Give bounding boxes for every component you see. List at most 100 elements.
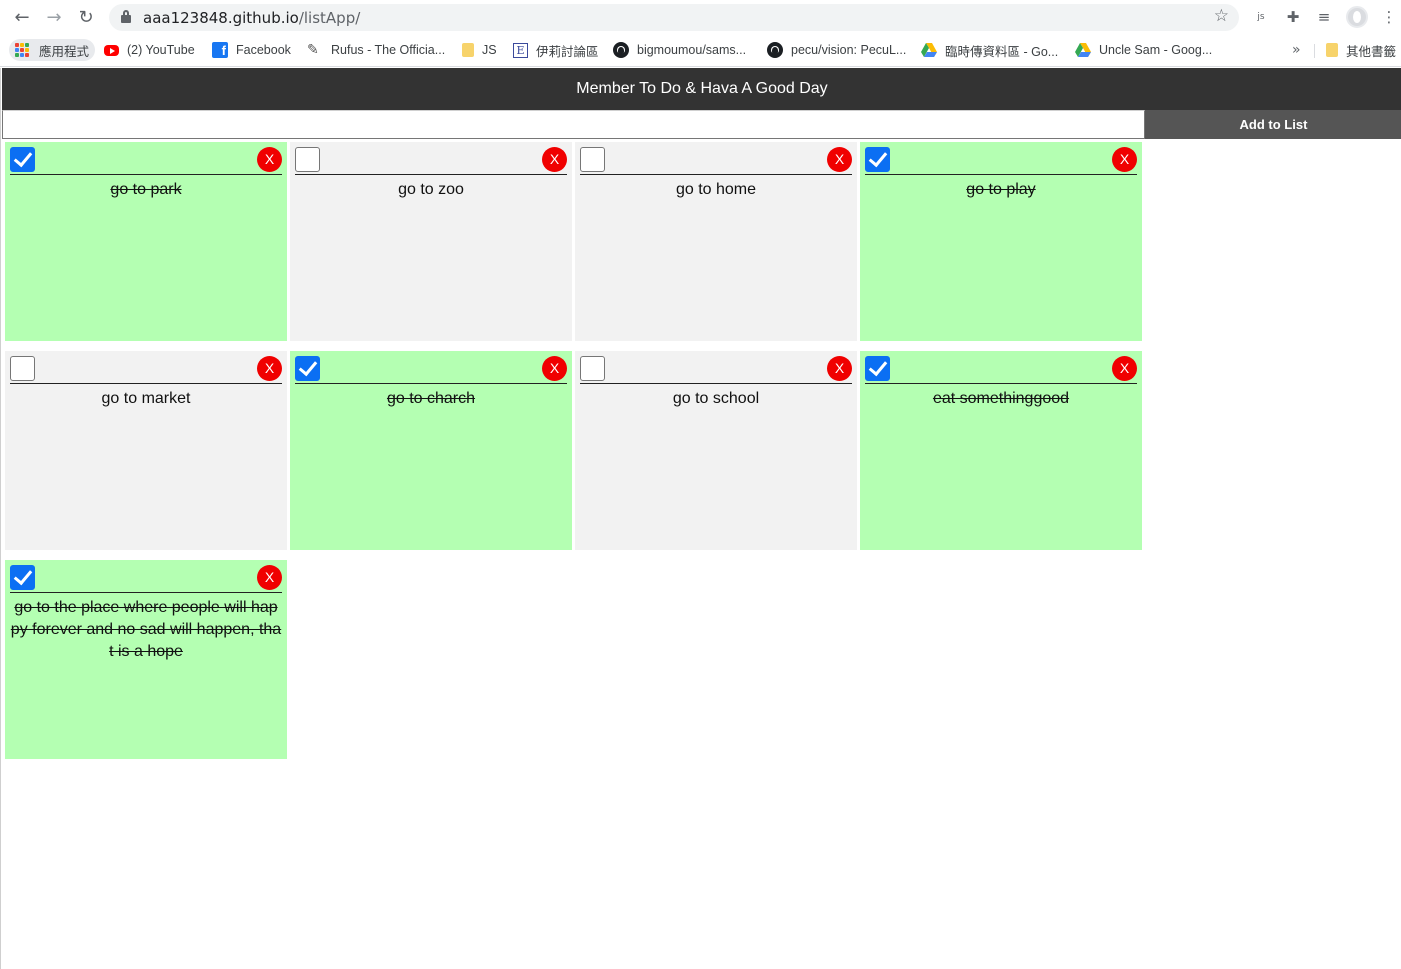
bookmark-label: Facebook [236,43,291,57]
bookmark-label: bigmoumou/sams... [637,43,747,57]
todo-card-header: X [295,142,567,175]
lock-icon[interactable] [121,10,131,23]
todo-card: Xgo to park [5,142,287,341]
folder-icon [1326,43,1338,57]
delete-button[interactable]: X [542,356,567,381]
todo-done-checkbox[interactable] [865,356,890,381]
bookmark-label: pecu/vision: PecuL... [791,43,907,57]
delete-button[interactable]: X [827,356,852,381]
folder-icon [462,43,474,57]
reload-icon[interactable]: ↻ [74,5,98,29]
todo-card-header: X [10,351,282,384]
bookmark-folder-js[interactable]: JS [462,39,497,61]
github-icon [613,42,629,58]
rufus-icon: ✎ [307,42,319,58]
todo-text: go to market [101,390,191,407]
delete-button[interactable]: X [1112,356,1137,381]
forward-icon[interactable]: → [42,5,66,29]
add-to-list-button[interactable]: Add to List [1145,110,1401,139]
back-icon[interactable]: ← [10,5,34,29]
bookmark-other-folder[interactable]: 其他書籤 [1326,39,1396,61]
bookmark-label: 伊莉討論區 [536,44,599,59]
profile-avatar[interactable] [1346,6,1368,28]
url-text[interactable]: aaa123848.github.io/listApp/ [143,9,360,27]
todo-done-checkbox[interactable] [10,147,35,172]
todo-text: go to charch [386,390,476,407]
todo-app-page: Member To Do & Hava A Good Day Add to Li… [0,68,1401,969]
todo-done-checkbox[interactable] [865,147,890,172]
bookmark-github-pecu[interactable]: pecu/vision: PecuL... [767,39,906,61]
url-host: aaa123848.github.io [143,9,299,27]
bookmark-drive-temp[interactable]: 臨時傳資料區 - Go... [921,39,1058,61]
todo-card: Xeat somethinggood [860,351,1142,550]
extensions-puzzle-icon[interactable]: ✚ [1282,6,1304,28]
bookmark-eyny[interactable]: E 伊莉討論區 [513,39,599,61]
todo-text: eat somethinggood [932,390,1070,407]
todo-done-checkbox[interactable] [580,147,605,172]
todo-done-checkbox[interactable] [295,356,320,381]
todo-card: Xgo to the place where people will happy… [5,560,287,759]
bookmark-youtube[interactable]: (2) YouTube [104,39,195,61]
bookmark-github-bigmoumou[interactable]: bigmoumou/sams... [613,39,746,61]
bookmark-label: 其他書籤 [1346,44,1397,59]
todo-card-header: X [295,351,567,384]
browser-toolbar: ← → ↻ aaa123848.github.io/listApp/ ☆ js … [0,0,1401,34]
google-drive-icon [1075,43,1091,57]
todo-card: Xgo to home [575,142,857,341]
bookmark-star-icon[interactable]: ☆ [1214,6,1229,26]
chrome-menu-icon[interactable]: ⋮ [1378,6,1400,28]
delete-button[interactable]: X [257,356,282,381]
todo-card: Xgo to school [575,351,857,550]
bookmark-label: 臨時傳資料區 - Go... [945,44,1059,59]
bookmarks-divider [1314,44,1315,58]
todo-card-header: X [10,142,282,175]
todo-text: go to the place where people will happy … [10,599,282,660]
todo-text: go to school [672,390,760,407]
delete-button[interactable]: X [1112,147,1137,172]
bookmark-label: 應用程式 [39,44,90,59]
bookmark-apps[interactable]: 應用程式 [9,39,96,61]
youtube-icon [104,44,119,56]
github-icon [767,42,783,58]
todo-card-header: X [865,351,1137,384]
bookmark-rufus[interactable]: ✎ Rufus - The Officia... [307,39,445,61]
todo-text: go to home [675,181,757,198]
facebook-icon: f [212,42,228,58]
todo-text: go to play [966,181,1036,198]
todo-card: Xgo to charch [290,351,572,550]
delete-button[interactable]: X [827,147,852,172]
address-bar[interactable]: aaa123848.github.io/listApp/ ☆ [109,4,1239,31]
todo-card: Xgo to play [860,142,1142,341]
bookmark-label: Uncle Sam - Goog... [1099,43,1213,57]
todo-done-checkbox[interactable] [10,356,35,381]
todo-card-header: X [580,142,852,175]
eyny-icon: E [513,42,528,58]
todo-text: go to zoo [398,181,464,198]
bookmark-facebook[interactable]: f Facebook [212,39,291,61]
bookmarks-overflow-icon[interactable]: » [1292,42,1301,58]
reading-list-icon[interactable]: ≡ [1313,6,1335,28]
todo-done-checkbox[interactable] [10,565,35,590]
google-drive-icon [921,43,937,57]
apps-grid-icon [15,43,29,57]
todo-done-checkbox[interactable] [580,356,605,381]
delete-button[interactable]: X [257,565,282,590]
add-item-row: Add to List [2,110,1401,139]
js-extension-icon[interactable]: js [1250,6,1272,28]
todo-card-header: X [865,142,1137,175]
todo-done-checkbox[interactable] [295,147,320,172]
url-path: /listApp/ [298,9,361,27]
todo-card: Xgo to zoo [290,142,572,341]
bookmark-label: (2) YouTube [127,43,195,57]
bookmarks-bar: 應用程式 (2) YouTube f Facebook ✎ Rufus - Th… [0,34,1401,67]
delete-button[interactable]: X [257,147,282,172]
todo-card: Xgo to market [5,351,287,550]
bookmark-drive-unclesam[interactable]: Uncle Sam - Goog... [1075,39,1212,61]
todo-card-header: X [10,560,282,593]
todo-card-header: X [580,351,852,384]
delete-button[interactable]: X [542,147,567,172]
todo-text: go to park [110,181,182,198]
page-title: Member To Do & Hava A Good Day [2,68,1401,110]
bookmark-label: Rufus - The Officia... [331,43,446,57]
todo-input[interactable] [2,110,1145,139]
